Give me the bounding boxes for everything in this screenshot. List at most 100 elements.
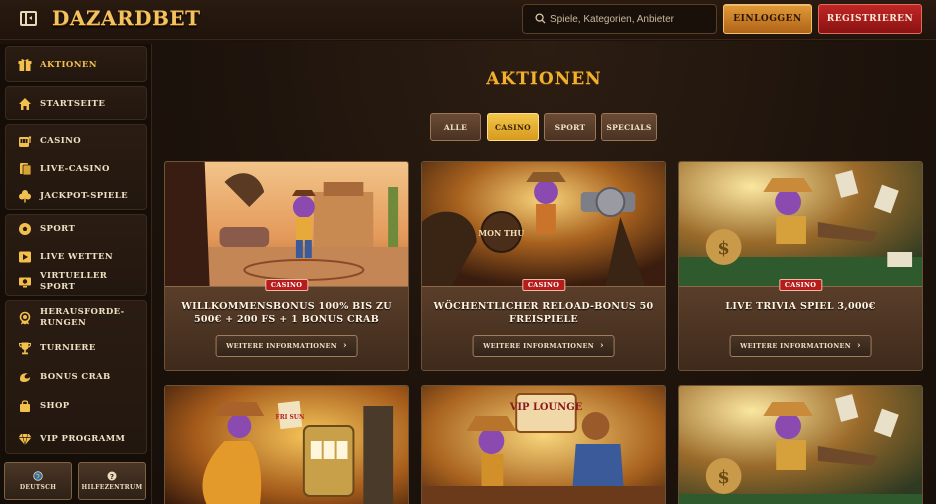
search-icon (535, 13, 546, 24)
register-button[interactable]: REGISTRIEREN (818, 4, 922, 34)
crab-icon (18, 370, 32, 384)
more-info-button[interactable]: WEITERE INFORMATIONEN › (215, 335, 358, 357)
nav-group-casino: CASINO LIVE-CASINO JACKPOT-SPIELE (5, 124, 147, 210)
sidebar: AKTIONEN STARTSEITE CASINO LIVE-CASINO J… (0, 44, 152, 504)
art-fri-sun: FRI SUN (276, 414, 305, 421)
help-icon: ? (107, 471, 117, 481)
promo-card-panel: CASINO WILLKOMMENSBONUS 100% BIS ZU 500€… (165, 279, 408, 370)
filter-specials[interactable]: SPECIALS (601, 113, 657, 141)
sidebar-item-jackpot-spiele[interactable]: JACKPOT-SPIELE (6, 183, 146, 209)
language-label: DEUTSCH (19, 484, 57, 491)
promo-card-image: FRI SUN (165, 386, 408, 504)
nav-group-promotions: AKTIONEN (5, 46, 147, 82)
sidebar-item-label: TURNIERE (40, 342, 96, 353)
slot-machine-icon (18, 134, 32, 148)
more-info-button[interactable]: WEITERE INFORMATIONEN › (472, 335, 615, 357)
virtual-sport-icon (18, 275, 32, 289)
trophy-icon (18, 341, 32, 355)
promo-card-welcome-bonus[interactable]: CASINO WILLKOMMENSBONUS 100% BIS ZU 500€… (164, 161, 409, 371)
chevron-right-icon: › (343, 341, 347, 351)
main-content: AKTIONEN ALLE CASINO SPORT SPECIALS CASI… (152, 41, 936, 504)
sidebar-item-virtueller-sport[interactable]: VIRTUELLER SPORT (6, 269, 146, 295)
promo-card-panel: CASINO WÖCHENTLICHER RELOAD-BONUS 50 FRE… (422, 279, 665, 370)
gift-icon (18, 58, 32, 72)
filter-sport[interactable]: SPORT (544, 113, 596, 141)
promo-card-vip-lounge[interactable]: VIP LOUNGE (421, 385, 666, 504)
nav-group-sport: SPORT LIVE WETTEN VIRTUELLER SPORT (5, 214, 147, 296)
sidebar-item-label: AKTIONEN (40, 59, 97, 70)
sidebar-item-startseite[interactable]: STARTSEITE (6, 91, 146, 117)
promo-card-panel: CASINO LIVE TRIVIA SPIEL 3,000€ WEITERE … (679, 279, 922, 370)
sidebar-item-vip-programm[interactable]: VIP PROGRAMM (6, 426, 146, 452)
sidebar-item-shop[interactable]: SHOP (6, 393, 146, 419)
home-icon (18, 97, 32, 111)
medal-icon (18, 311, 32, 325)
sidebar-item-herausforderungen[interactable]: HERAUSFORDE-RUNGEN (6, 305, 146, 331)
filter-alle[interactable]: ALLE (430, 113, 481, 141)
promo-card-weekend[interactable]: FRI SUN (164, 385, 409, 504)
promo-card-title: WILLKOMMENSBONUS 100% BIS ZU 500€ + 200 … (181, 301, 392, 325)
play-icon (18, 250, 32, 264)
nav-group-more: HERAUSFORDE-RUNGEN TURNIERE BONUS CRAB S… (5, 300, 147, 454)
more-info-label: WEITERE INFORMATIONEN (740, 342, 852, 350)
promo-card-reload-bonus[interactable]: MON THU CASINO WÖCHENTLICHER RELOAD-BONU… (421, 161, 666, 371)
shop-bag-icon (18, 399, 32, 413)
sidebar-item-label: VIRTUELLER SPORT (40, 271, 108, 292)
sidebar-item-live-wetten[interactable]: LIVE WETTEN (6, 244, 146, 270)
globe-icon (33, 471, 43, 481)
sidebar-item-label: LIVE-CASINO (40, 163, 110, 174)
sidebar-item-label: SPORT (40, 223, 76, 234)
sidebar-item-casino[interactable]: CASINO (6, 128, 146, 154)
help-center-button[interactable]: ? HILFEZENTRUM (78, 462, 146, 500)
promo-card-image: MON THU (422, 162, 665, 286)
promo-card-live-trivia[interactable]: $ CASINO LIVE TRIVIA SPIEL 3,000€ WEITER… (678, 161, 923, 371)
sidebar-item-live-casino[interactable]: LIVE-CASINO (6, 156, 146, 182)
art-vip-lounge: VIP LOUNGE (509, 402, 583, 413)
promo-card-title: WÖCHENTLICHER RELOAD-BONUS 50 FREISPIELE (433, 301, 654, 325)
promo-card-image: $ (679, 162, 922, 286)
sidebar-item-label: STARTSEITE (40, 98, 106, 109)
chevron-right-icon: › (857, 341, 861, 351)
login-button[interactable]: EINLOGGEN (723, 4, 812, 34)
sidebar-item-label: VIP PROGRAMM (40, 433, 126, 444)
sidebar-item-label: JACKPOT-SPIELE (40, 190, 129, 201)
sidebar-item-label: BONUS CRAB (40, 371, 111, 382)
promo-card-title: LIVE TRIVIA SPIEL 3,000€ (725, 301, 876, 312)
clover-icon (18, 189, 32, 203)
promo-card-image: $ (679, 386, 922, 504)
language-selector-button[interactable]: DEUTSCH (4, 462, 72, 500)
search-input[interactable] (550, 5, 715, 33)
sidebar-item-turniere[interactable]: TURNIERE (6, 335, 146, 361)
chevron-right-icon: › (600, 341, 604, 351)
site-logo[interactable]: DAZARDBET (52, 6, 200, 34)
nav-group-home: STARTSEITE (5, 86, 147, 120)
more-info-label: WEITERE INFORMATIONEN (483, 342, 595, 350)
search-box[interactable] (522, 4, 717, 34)
svg-text:?: ? (110, 473, 114, 481)
soccer-ball-icon (18, 222, 32, 236)
sidebar-item-label: HERAUSFORDE-RUNGEN (40, 307, 125, 328)
art-mon-thu: MON THU (478, 229, 524, 238)
more-info-label: WEITERE INFORMATIONEN (226, 342, 338, 350)
page-title: AKTIONEN (486, 69, 602, 89)
category-badge: CASINO (778, 279, 823, 291)
playing-card-icon (18, 162, 32, 176)
sidebar-item-sport[interactable]: SPORT (6, 216, 146, 242)
promo-card-image (165, 162, 408, 286)
sidebar-item-aktionen[interactable]: AKTIONEN (6, 52, 146, 78)
sidebar-item-bonus-crab[interactable]: BONUS CRAB (6, 364, 146, 390)
top-header: DAZARDBET EINLOGGEN REGISTRIEREN (0, 0, 936, 40)
category-badge: CASINO (264, 279, 309, 291)
svg-text:$: $ (717, 238, 729, 259)
sidebar-item-label: SHOP (40, 400, 70, 411)
sidebar-item-label: CASINO (40, 135, 82, 146)
sidebar-item-label: LIVE WETTEN (40, 251, 114, 262)
sidebar-collapse-icon[interactable] (20, 11, 37, 26)
help-label: HILFEZENTRUM (81, 484, 143, 491)
category-badge: CASINO (521, 279, 566, 291)
filter-casino[interactable]: CASINO (487, 113, 539, 141)
more-info-button[interactable]: WEITERE INFORMATIONEN › (729, 335, 872, 357)
svg-text:$: $ (717, 467, 729, 488)
promo-card-image: VIP LOUNGE (422, 386, 665, 504)
promo-card-trivia-2[interactable]: $ (678, 385, 923, 504)
